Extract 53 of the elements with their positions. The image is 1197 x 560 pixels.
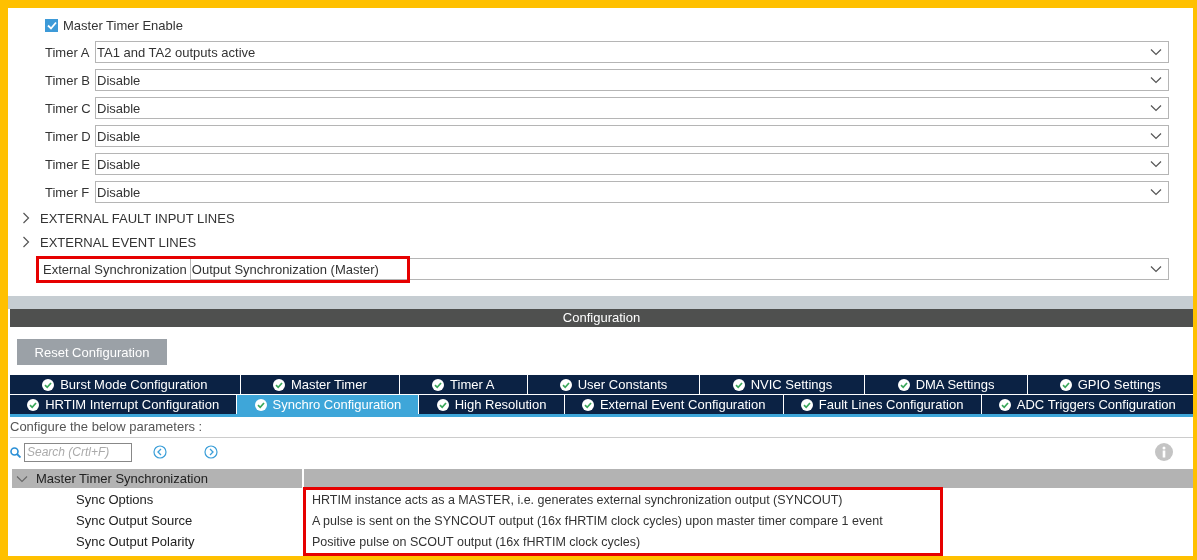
- chevron-down-icon[interactable]: [1150, 104, 1162, 112]
- tab[interactable]: ADC Triggers Configuration: [981, 395, 1193, 414]
- chevron-right-icon[interactable]: [22, 212, 30, 224]
- search-field[interactable]: Search (Crtl+F): [24, 442, 132, 462]
- tab[interactable]: NVIC Settings: [700, 375, 865, 394]
- checkbox-label: Master Timer Enable: [63, 17, 183, 33]
- tab[interactable]: External Event Configuration: [564, 395, 783, 414]
- parameter-value[interactable]: A pulse is sent on the SYNCOUT output (16x fHRTIM clock cycles) upon master timer compare 1 event: [312, 511, 940, 532]
- tab[interactable]: User Constants: [527, 375, 700, 394]
- chevron-down-icon[interactable]: [1150, 48, 1162, 56]
- dropdown-field[interactable]: Disable: [95, 125, 1169, 147]
- dropdown-field[interactable]: Disable: [95, 97, 1169, 119]
- tab[interactable]: DMA Settings: [865, 375, 1027, 394]
- dropdown-field[interactable]: Disable: [95, 69, 1169, 91]
- next-icon[interactable]: [204, 445, 218, 459]
- section-header[interactable]: EXTERNAL FAULT INPUT LINES: [40, 210, 235, 226]
- parameter-name: Sync Output Source: [76, 512, 194, 530]
- checkbox[interactable]: [45, 18, 58, 32]
- tab[interactable]: High Resolution: [419, 395, 564, 414]
- tab[interactable]: Master Timer: [240, 375, 399, 394]
- dropdown-field[interactable]: Disable: [95, 153, 1169, 175]
- chevron-down-icon[interactable]: [1150, 160, 1162, 168]
- dropdown-field[interactable]: Output Synchronization (Master): [189, 258, 1169, 280]
- parameter-value[interactable]: HRTIM instance acts as a MASTER, i.e. generates external synchronization output (SYNCOUT): [312, 490, 940, 511]
- chevron-down-icon[interactable]: [1150, 132, 1162, 140]
- checkmark-icon: [46, 20, 57, 30]
- tab[interactable]: Burst Mode Configuration: [10, 375, 240, 394]
- field-label: Timer F: [45, 184, 91, 200]
- parameter-name: Sync Output Polarity: [76, 533, 196, 551]
- panel-title: Configuration: [10, 309, 1193, 327]
- field-label: Timer C: [45, 100, 92, 116]
- dropdown-field[interactable]: Disable: [95, 181, 1169, 203]
- field-label: Timer D: [45, 128, 92, 144]
- parameter-value[interactable]: Positive pulse on SCOUT output (16x fHRTIM clock cycles): [312, 532, 940, 553]
- search-icon: [10, 446, 21, 458]
- tab[interactable]: GPIO Settings: [1027, 375, 1193, 394]
- tab[interactable]: Timer A: [399, 375, 527, 394]
- tab[interactable]: Fault Lines Configuration: [783, 395, 981, 414]
- chevron-down-icon[interactable]: [1150, 76, 1162, 84]
- field-label: Timer A: [45, 44, 91, 60]
- field-label: Timer E: [45, 156, 92, 172]
- tab[interactable]: HRTIM Interrupt Configuration: [10, 395, 237, 414]
- group-header[interactable]: Master Timer Synchronization: [12, 469, 302, 488]
- previous-icon[interactable]: [153, 445, 167, 459]
- section-header[interactable]: EXTERNAL EVENT LINES: [40, 234, 197, 250]
- field-label: Timer B: [45, 72, 92, 88]
- parameter-name: Sync Options: [76, 491, 155, 509]
- chevron-right-icon[interactable]: [22, 236, 30, 248]
- dropdown-field[interactable]: TA1 and TA2 outputs active: [95, 41, 1169, 63]
- field-label: External Synchronization: [43, 261, 187, 277]
- chevron-down-icon[interactable]: [1150, 265, 1162, 273]
- chevron-down-icon[interactable]: [1150, 188, 1162, 196]
- hint-text: Configure the below parameters :: [10, 417, 1193, 438]
